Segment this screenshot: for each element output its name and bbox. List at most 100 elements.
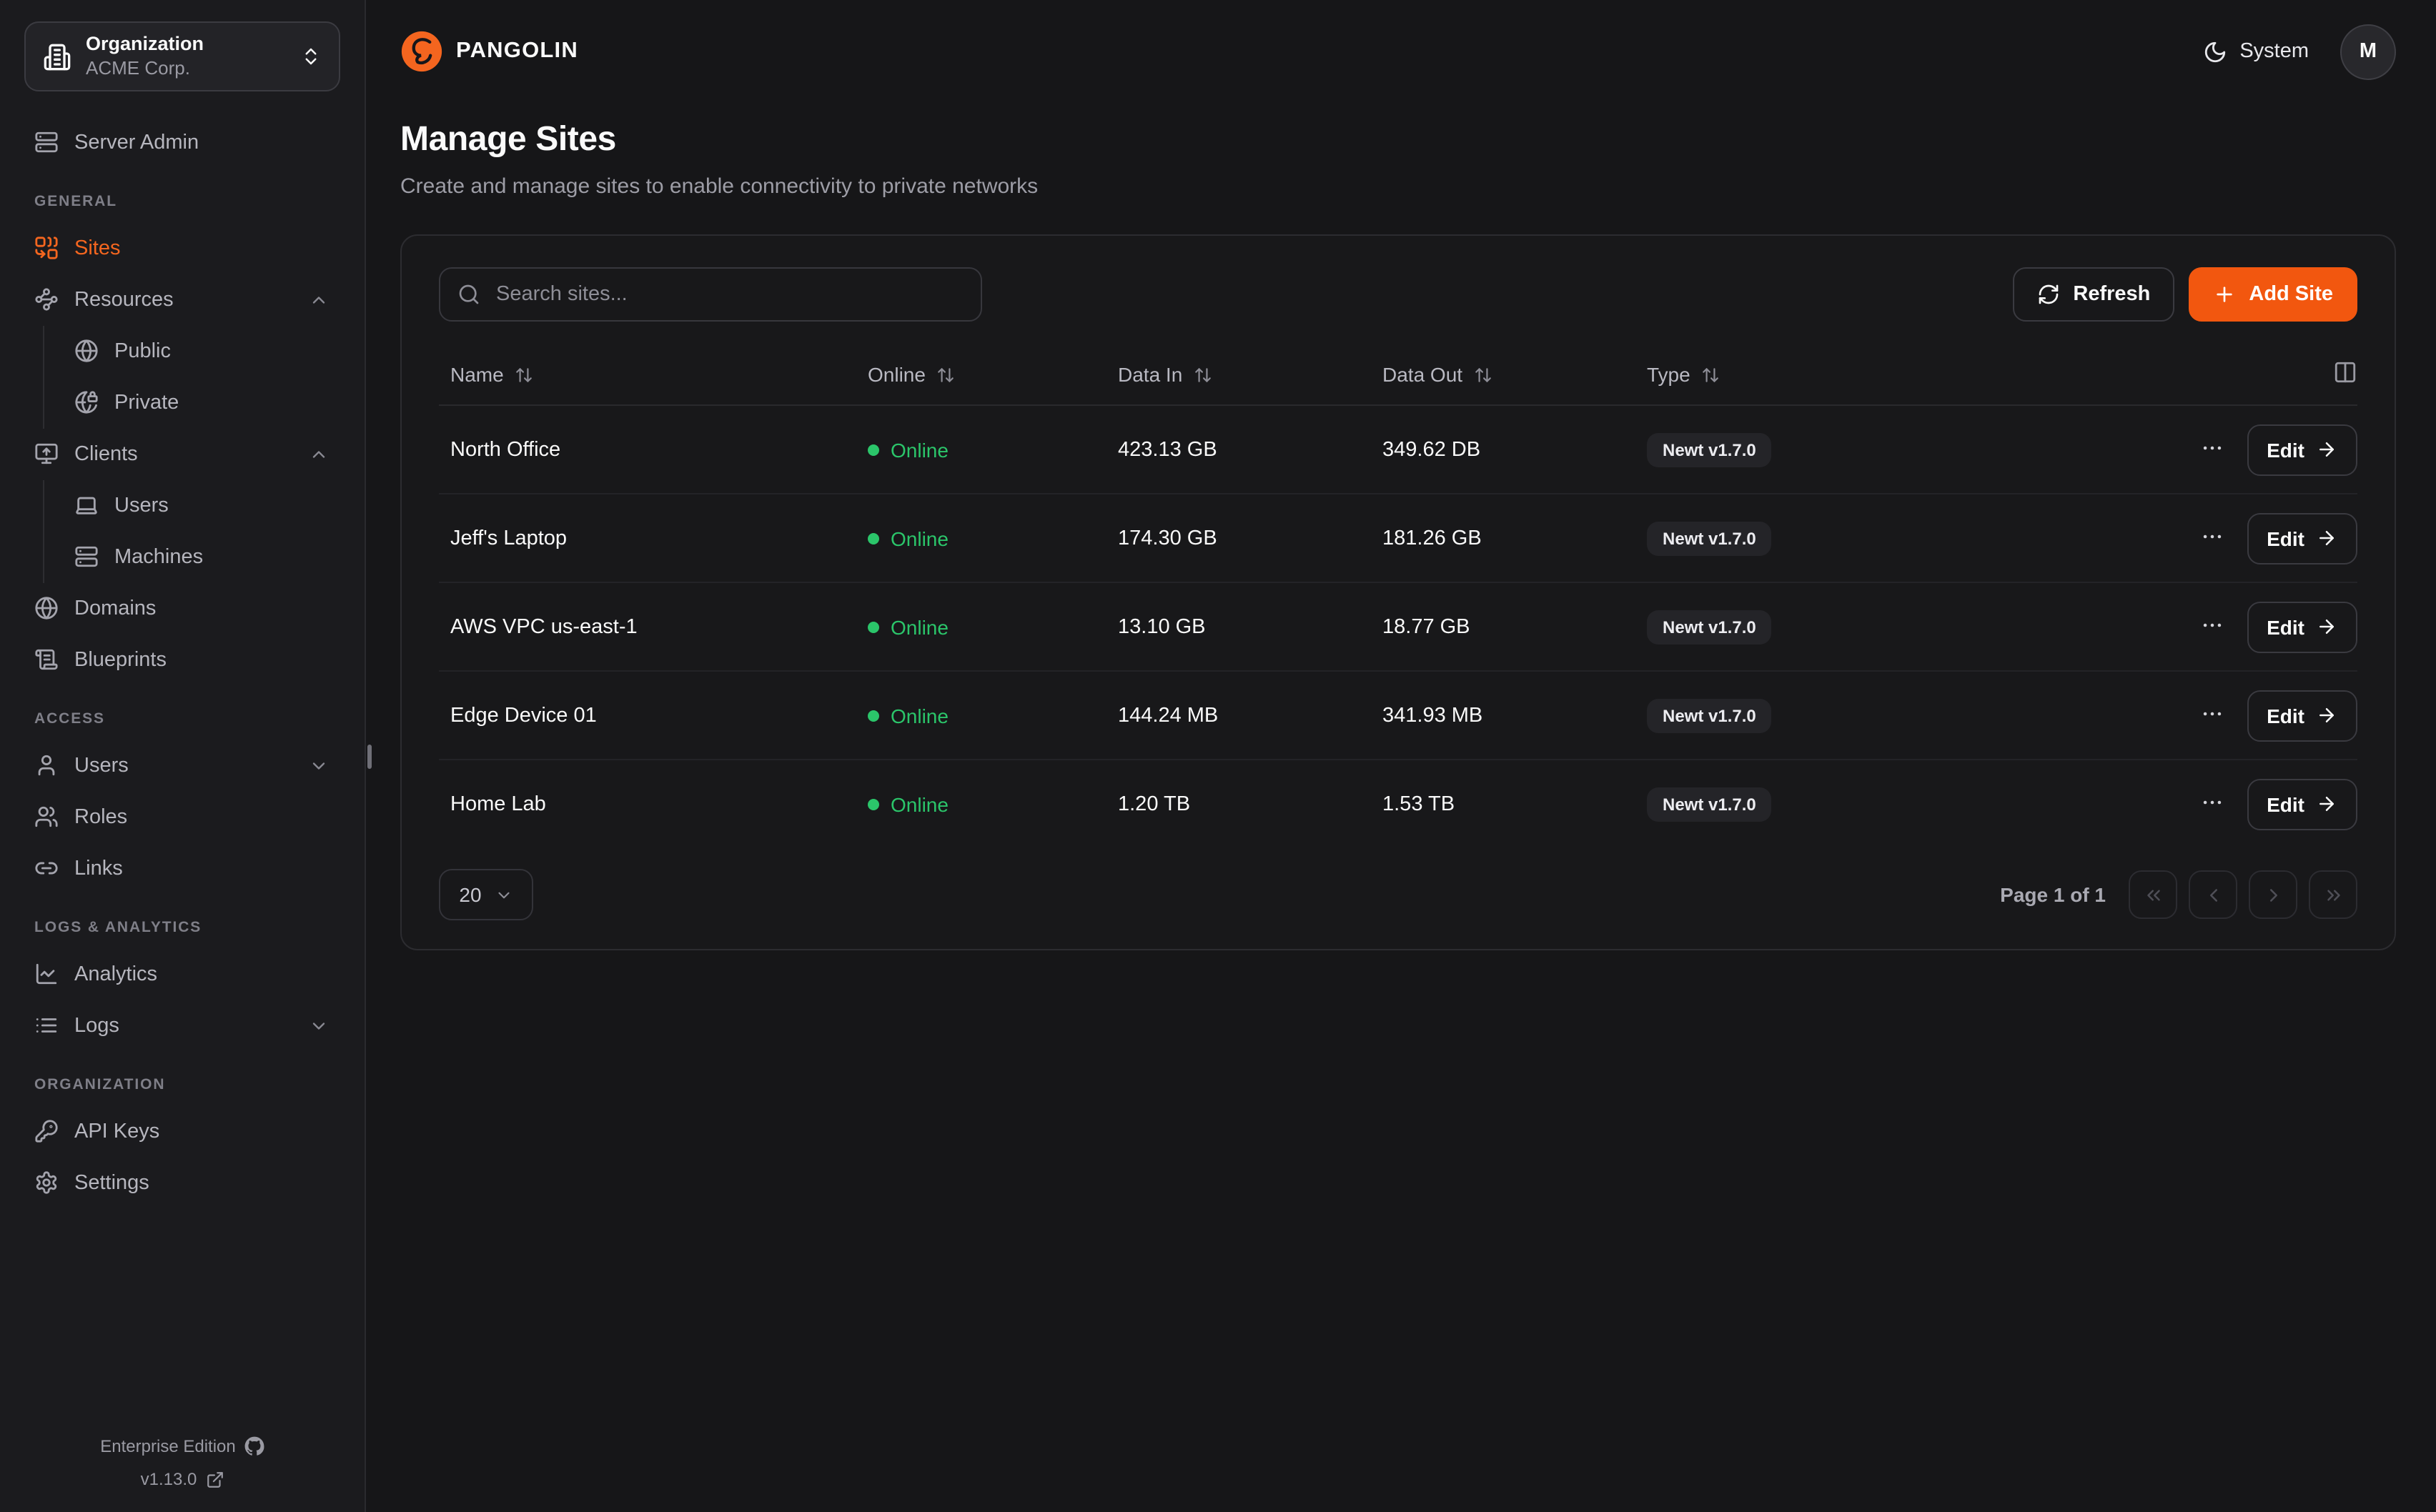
user-icon: [34, 753, 59, 777]
row-menu-button[interactable]: [2197, 698, 2227, 732]
sidebar-item-clients[interactable]: Clients: [23, 429, 342, 479]
server-icon: [34, 130, 59, 154]
sidebar-item-analytics[interactable]: Analytics: [23, 949, 342, 999]
sidebar-item-links[interactable]: Links: [23, 843, 342, 893]
table-row[interactable]: Home Lab Online 1.20 TB 1.53 TB Newt v1.…: [439, 759, 2357, 847]
sort-icon: [1702, 365, 1720, 384]
chart-line-icon: [34, 962, 59, 986]
sites-card: Refresh Add Site Name Online: [400, 234, 2396, 950]
github-icon[interactable]: [244, 1436, 264, 1456]
row-menu-button[interactable]: [2197, 521, 2227, 555]
prev-page-button[interactable]: [2189, 870, 2237, 919]
sidebar-item-domains[interactable]: Domains: [23, 583, 342, 633]
org-selector-value: ACME Corp.: [86, 57, 204, 81]
refresh-button[interactable]: Refresh: [2013, 267, 2174, 322]
page-title: Manage Sites: [400, 120, 2396, 160]
refresh-icon: [2037, 283, 2060, 306]
laptop-icon: [74, 493, 99, 517]
table-row[interactable]: Jeff's Laptop Online 174.30 GB 181.26 GB…: [439, 493, 2357, 582]
edit-button[interactable]: Edit: [2247, 424, 2357, 475]
last-page-button[interactable]: [2309, 870, 2357, 919]
online-dot: [868, 532, 879, 544]
table-row[interactable]: AWS VPC us-east-1 Online 13.10 GB 18.77 …: [439, 582, 2357, 670]
theme-toggle[interactable]: System: [2202, 39, 2309, 64]
edit-button[interactable]: Edit: [2247, 601, 2357, 652]
sidebar-item-sites[interactable]: Sites: [23, 223, 342, 273]
sidebar-item-server-admin[interactable]: Server Admin: [23, 117, 342, 167]
avatar-initial: M: [2360, 40, 2377, 63]
row-menu-button[interactable]: [2197, 787, 2227, 821]
sidebar-item-label: Domains: [74, 597, 156, 620]
main-area: PANGOLIN System M Manage Sites Create an…: [366, 0, 2436, 1512]
row-menu-button[interactable]: [2197, 432, 2227, 467]
link-icon: [34, 856, 59, 880]
site-type-badge: Newt v1.7.0: [1647, 432, 1772, 467]
site-type-badge: Newt v1.7.0: [1647, 787, 1772, 821]
sidebar-item-public[interactable]: Public: [44, 326, 342, 376]
first-page-button[interactable]: [2129, 870, 2177, 919]
globe-icon: [74, 339, 99, 363]
column-header-online[interactable]: Online: [868, 363, 1118, 386]
page-head: Manage Sites Create and manage sites to …: [400, 120, 2396, 199]
sidebar-nav: Server Admin GENERAL SitesResourcesPublicP…: [0, 91, 365, 1436]
column-header-name[interactable]: Name: [439, 363, 868, 386]
pagination-buttons: [2129, 870, 2357, 919]
column-header-type[interactable]: Type: [1647, 363, 2129, 386]
column-header-data-in[interactable]: Data In: [1118, 363, 1382, 386]
theme-label: System: [2239, 40, 2309, 63]
organization-selector[interactable]: Organization ACME Corp.: [24, 21, 340, 91]
edit-button[interactable]: Edit: [2247, 778, 2357, 830]
sidebar-item-resources[interactable]: Resources: [23, 274, 342, 324]
sidebar-item-settings[interactable]: Settings: [23, 1158, 342, 1208]
sidebar-item-label: API Keys: [74, 1120, 159, 1143]
page-size-select[interactable]: 20: [439, 869, 533, 920]
edit-label: Edit: [2267, 438, 2304, 461]
edit-button[interactable]: Edit: [2247, 690, 2357, 741]
column-header-data-out[interactable]: Data Out: [1382, 363, 1647, 386]
sort-icon: [1194, 365, 1212, 384]
online-dot: [868, 621, 879, 632]
section-label: GENERAL: [34, 193, 330, 210]
sidebar-item-private[interactable]: Private: [44, 377, 342, 427]
table-row[interactable]: North Office Online 423.13 GB 349.62 DB …: [439, 406, 2357, 493]
site-data-in: 174.30 GB: [1118, 527, 1382, 549]
external-link-icon[interactable]: [205, 1470, 224, 1488]
page-size-value: 20: [459, 883, 481, 906]
search-input[interactable]: [493, 282, 964, 307]
sidebar-item-users[interactable]: Users: [23, 740, 342, 790]
edit-label: Edit: [2267, 792, 2304, 815]
sidebar-item-label: Logs: [74, 1014, 119, 1037]
sidebar-item-roles[interactable]: Roles: [23, 792, 342, 842]
avatar[interactable]: M: [2340, 24, 2396, 79]
section-label: ACCESS: [34, 710, 330, 727]
sidebar-item-api-keys[interactable]: API Keys: [23, 1106, 342, 1156]
brand: PANGOLIN: [400, 30, 578, 73]
site-type-badge: Newt v1.7.0: [1647, 698, 1772, 732]
table-row[interactable]: Edge Device 01 Online 144.24 MB 341.93 M…: [439, 670, 2357, 759]
add-site-button[interactable]: Add Site: [2189, 267, 2357, 322]
globe-icon: [34, 596, 59, 620]
sidebar-item-logs[interactable]: Logs: [23, 1000, 342, 1050]
sidebar-scrollbar-thumb[interactable]: [367, 745, 372, 769]
server-icon: [74, 544, 99, 569]
sidebar-item-blueprints[interactable]: Blueprints: [23, 635, 342, 685]
site-data-out: 181.26 GB: [1382, 527, 1647, 549]
chevron-down-icon: [306, 755, 330, 775]
row-menu-button[interactable]: [2197, 610, 2227, 644]
globe-lock-icon: [74, 390, 99, 414]
arrow-right-icon: [2316, 793, 2337, 815]
sidebar-item-users[interactable]: Users: [44, 480, 342, 530]
site-type-badge: Newt v1.7.0: [1647, 610, 1772, 644]
sort-icon: [937, 365, 956, 384]
users-icon: [34, 805, 59, 829]
next-page-button[interactable]: [2249, 870, 2297, 919]
online-status: Online: [891, 792, 949, 815]
sidebar-item-machines[interactable]: Machines: [44, 532, 342, 582]
site-data-in: 1.20 TB: [1118, 792, 1382, 815]
column-visibility-button[interactable]: [2333, 360, 2357, 389]
sidebar-item-label: Users: [74, 754, 129, 777]
site-data-out: 341.93 MB: [1382, 704, 1647, 727]
online-dot: [868, 798, 879, 810]
edit-button[interactable]: Edit: [2247, 512, 2357, 564]
site-data-out: 349.62 DB: [1382, 438, 1647, 461]
